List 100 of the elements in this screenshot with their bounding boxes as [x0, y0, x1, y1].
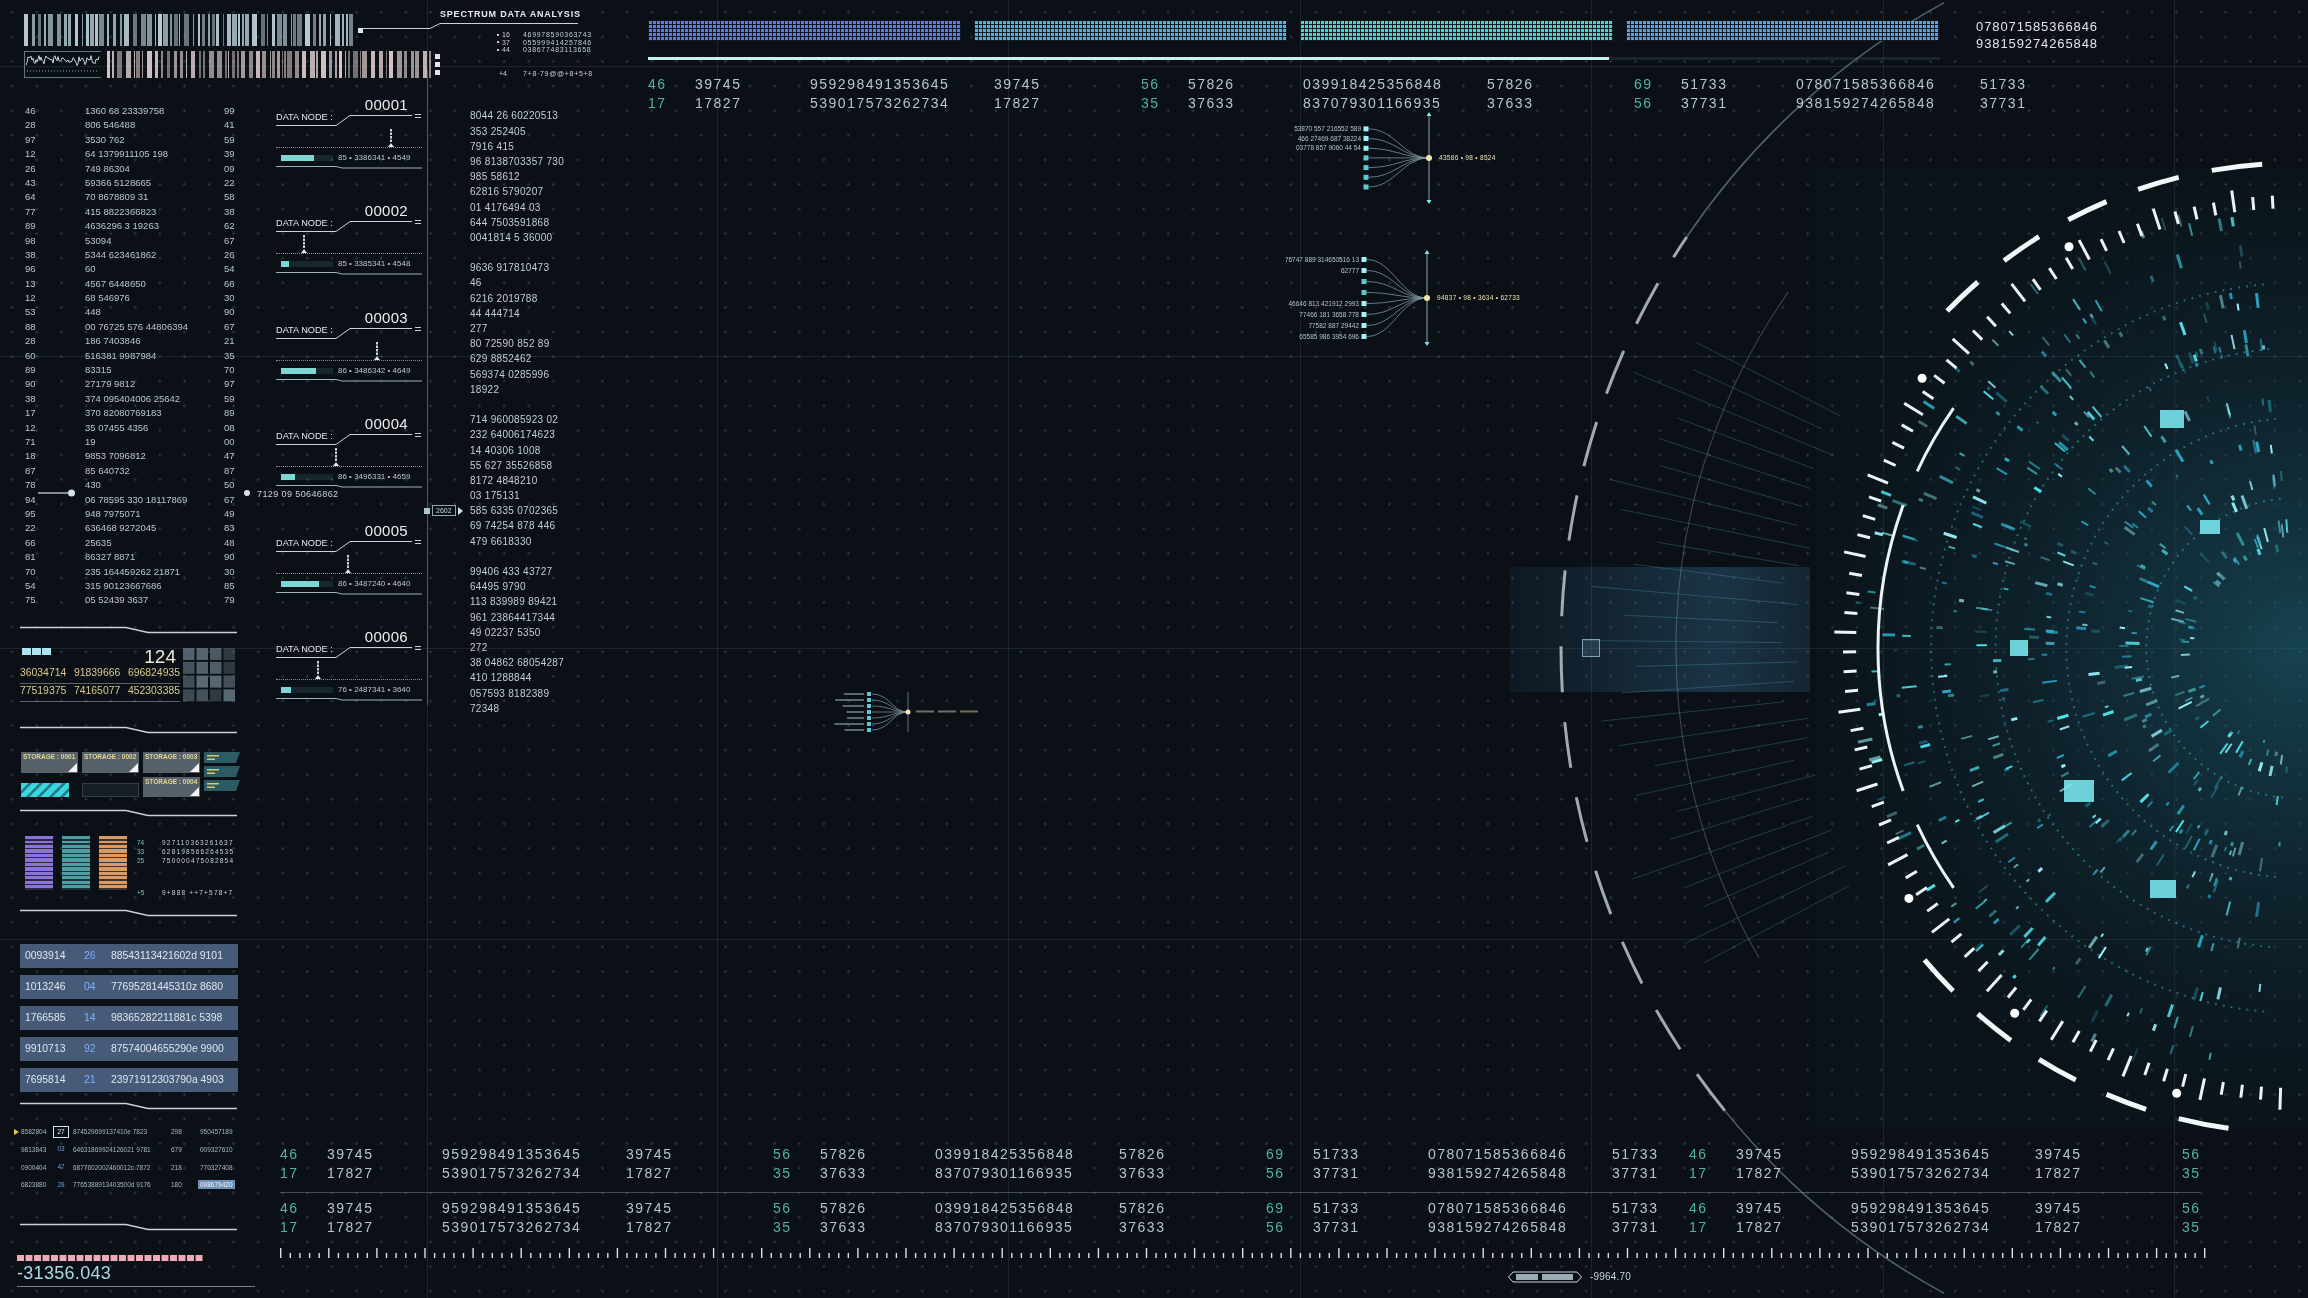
record-value: 23971912303790a 4903: [111, 1074, 224, 1086]
table-cell: 46: [280, 1198, 299, 1218]
data-line: 18922: [470, 382, 501, 397]
row-code: 41: [224, 118, 235, 133]
corner-triangle-icon: [68, 762, 77, 772]
table-cell: 17827: [626, 1163, 673, 1183]
table-cell: 539017573262734: [442, 1163, 582, 1183]
row-index: 89: [25, 363, 36, 378]
table-cell: 37731: [1681, 93, 1728, 113]
table-cell: 039918425356848: [935, 1198, 1075, 1218]
total-value: -31356.043: [17, 1262, 113, 1283]
table-cell: 37633: [1487, 93, 1534, 113]
row-index: 18: [25, 449, 36, 464]
row-code: 58: [224, 190, 235, 205]
node-id: 00002: [364, 203, 408, 220]
node-reading: 86 • 3496331 • 4659: [338, 472, 411, 483]
record-id: 0093914: [25, 950, 67, 962]
node-label: DATA NODE :: [276, 644, 336, 659]
node-id: 00005: [364, 522, 408, 539]
row-value: 68 546976: [85, 291, 130, 306]
row-code: 66: [224, 276, 235, 291]
row-code: 90: [224, 305, 235, 320]
row-value: 4567 6448650: [85, 276, 146, 291]
table-cell: 57826: [820, 1198, 867, 1218]
data-line: 7916 415: [470, 139, 516, 154]
table-cell: 69: [1266, 1144, 1285, 1164]
data-line: 410 1288844: [470, 671, 533, 686]
row-value: 1360 68 23339758: [85, 104, 165, 118]
table-cell: 938159274265848: [1428, 1217, 1568, 1237]
row-index: 54: [25, 578, 36, 593]
row-value: 35 07455 4356: [85, 420, 149, 435]
row-value: 948 7975071: [85, 506, 141, 521]
table-cell: 938159274265848: [1428, 1163, 1568, 1183]
table-cell: 37633: [1188, 93, 1235, 113]
record-value: 87574004655290e 9900: [111, 1043, 224, 1055]
table-cell: 51733: [1681, 74, 1728, 94]
row-index: 13: [25, 276, 36, 291]
row-index: 17: [25, 406, 36, 421]
table-cell: 57826: [1188, 74, 1235, 94]
data-line: 057593 8182389: [470, 686, 551, 701]
row-code: 89: [224, 406, 235, 421]
node-label: DATA NODE :: [276, 537, 336, 552]
table-cell: 56: [1266, 1163, 1285, 1183]
row-value: 4636296 3 19263: [85, 219, 159, 234]
panel-title: SPECTRUM DATA ANALYSIS: [440, 9, 582, 20]
record-code: 21: [84, 1074, 97, 1086]
record-id: 9910713: [25, 1043, 67, 1055]
data-line: 80 72590 852 89: [470, 337, 551, 352]
row-index: 87: [25, 463, 36, 478]
data-line: 03 175131: [470, 489, 521, 504]
square-marker-icon: [435, 54, 440, 59]
table-cell: 56: [1266, 1217, 1285, 1237]
row-index: 70: [25, 564, 36, 579]
record-value: 88543113421602d 9101: [111, 950, 223, 962]
data-line: 585 6335 0702365: [470, 504, 560, 519]
row-index: 71: [25, 435, 36, 449]
corner-triangle-icon: [190, 762, 199, 772]
row-code: 26: [224, 247, 235, 262]
data-line: 62816 5790207: [470, 185, 545, 200]
row-value: 636468 9272045: [85, 521, 157, 536]
table-cell: 837079301166935: [935, 1217, 1074, 1237]
node-reading: 85 • 3385341 • 4548: [338, 259, 411, 270]
summary-number: 452303385: [127, 683, 180, 698]
row-value: 749 86304: [85, 161, 130, 176]
row-code: 59: [224, 132, 235, 147]
row-value: 516381 9987984: [85, 348, 157, 363]
row-value: 86327 8871: [85, 550, 136, 565]
data-line: 0041814 5 36000: [470, 230, 554, 245]
row-index: 95: [25, 506, 36, 521]
row-code: 85: [224, 578, 235, 593]
table-cell: 078071585366846: [1428, 1144, 1568, 1164]
data-line: 46: [470, 276, 483, 291]
row-value: 806 546488: [85, 118, 136, 133]
striped-tile: [21, 782, 69, 797]
row-index: 64: [25, 190, 36, 205]
row-index: 90: [25, 377, 36, 392]
row-value: 5344 623461862: [85, 247, 157, 262]
table-cell: 39745: [2035, 1144, 2082, 1164]
data-line: 49 02237 5350: [470, 625, 542, 640]
code-number: 078071585366846: [1976, 18, 2098, 35]
table-cell: 51733: [1612, 1198, 1659, 1218]
record-value: 77695281445310z 8680: [111, 981, 224, 993]
row-value: 05 52439 3637: [85, 593, 149, 608]
record-code: 04: [84, 981, 97, 993]
record-id: 1013246: [25, 981, 67, 993]
row-value: 53094: [85, 233, 112, 248]
table-cell: 39745: [327, 1198, 374, 1218]
table-cell: 959298491353645: [810, 74, 950, 94]
table-cell: 35: [773, 1163, 792, 1183]
callout-text: 7129 09 50646862: [257, 489, 339, 500]
indicator-value: -9964.70: [1590, 1271, 1632, 1283]
table-cell: 17: [1689, 1217, 1708, 1237]
data-line: 01 4176494 03: [470, 200, 542, 215]
row-code: 67: [224, 492, 235, 507]
row-value: 3530 762: [85, 132, 125, 147]
row-code: 47: [224, 449, 235, 464]
count-number: 124: [144, 647, 176, 666]
row-value: 19: [85, 435, 96, 449]
table-cell: 51733: [1980, 74, 2027, 94]
table-cell: 56: [1634, 93, 1653, 113]
